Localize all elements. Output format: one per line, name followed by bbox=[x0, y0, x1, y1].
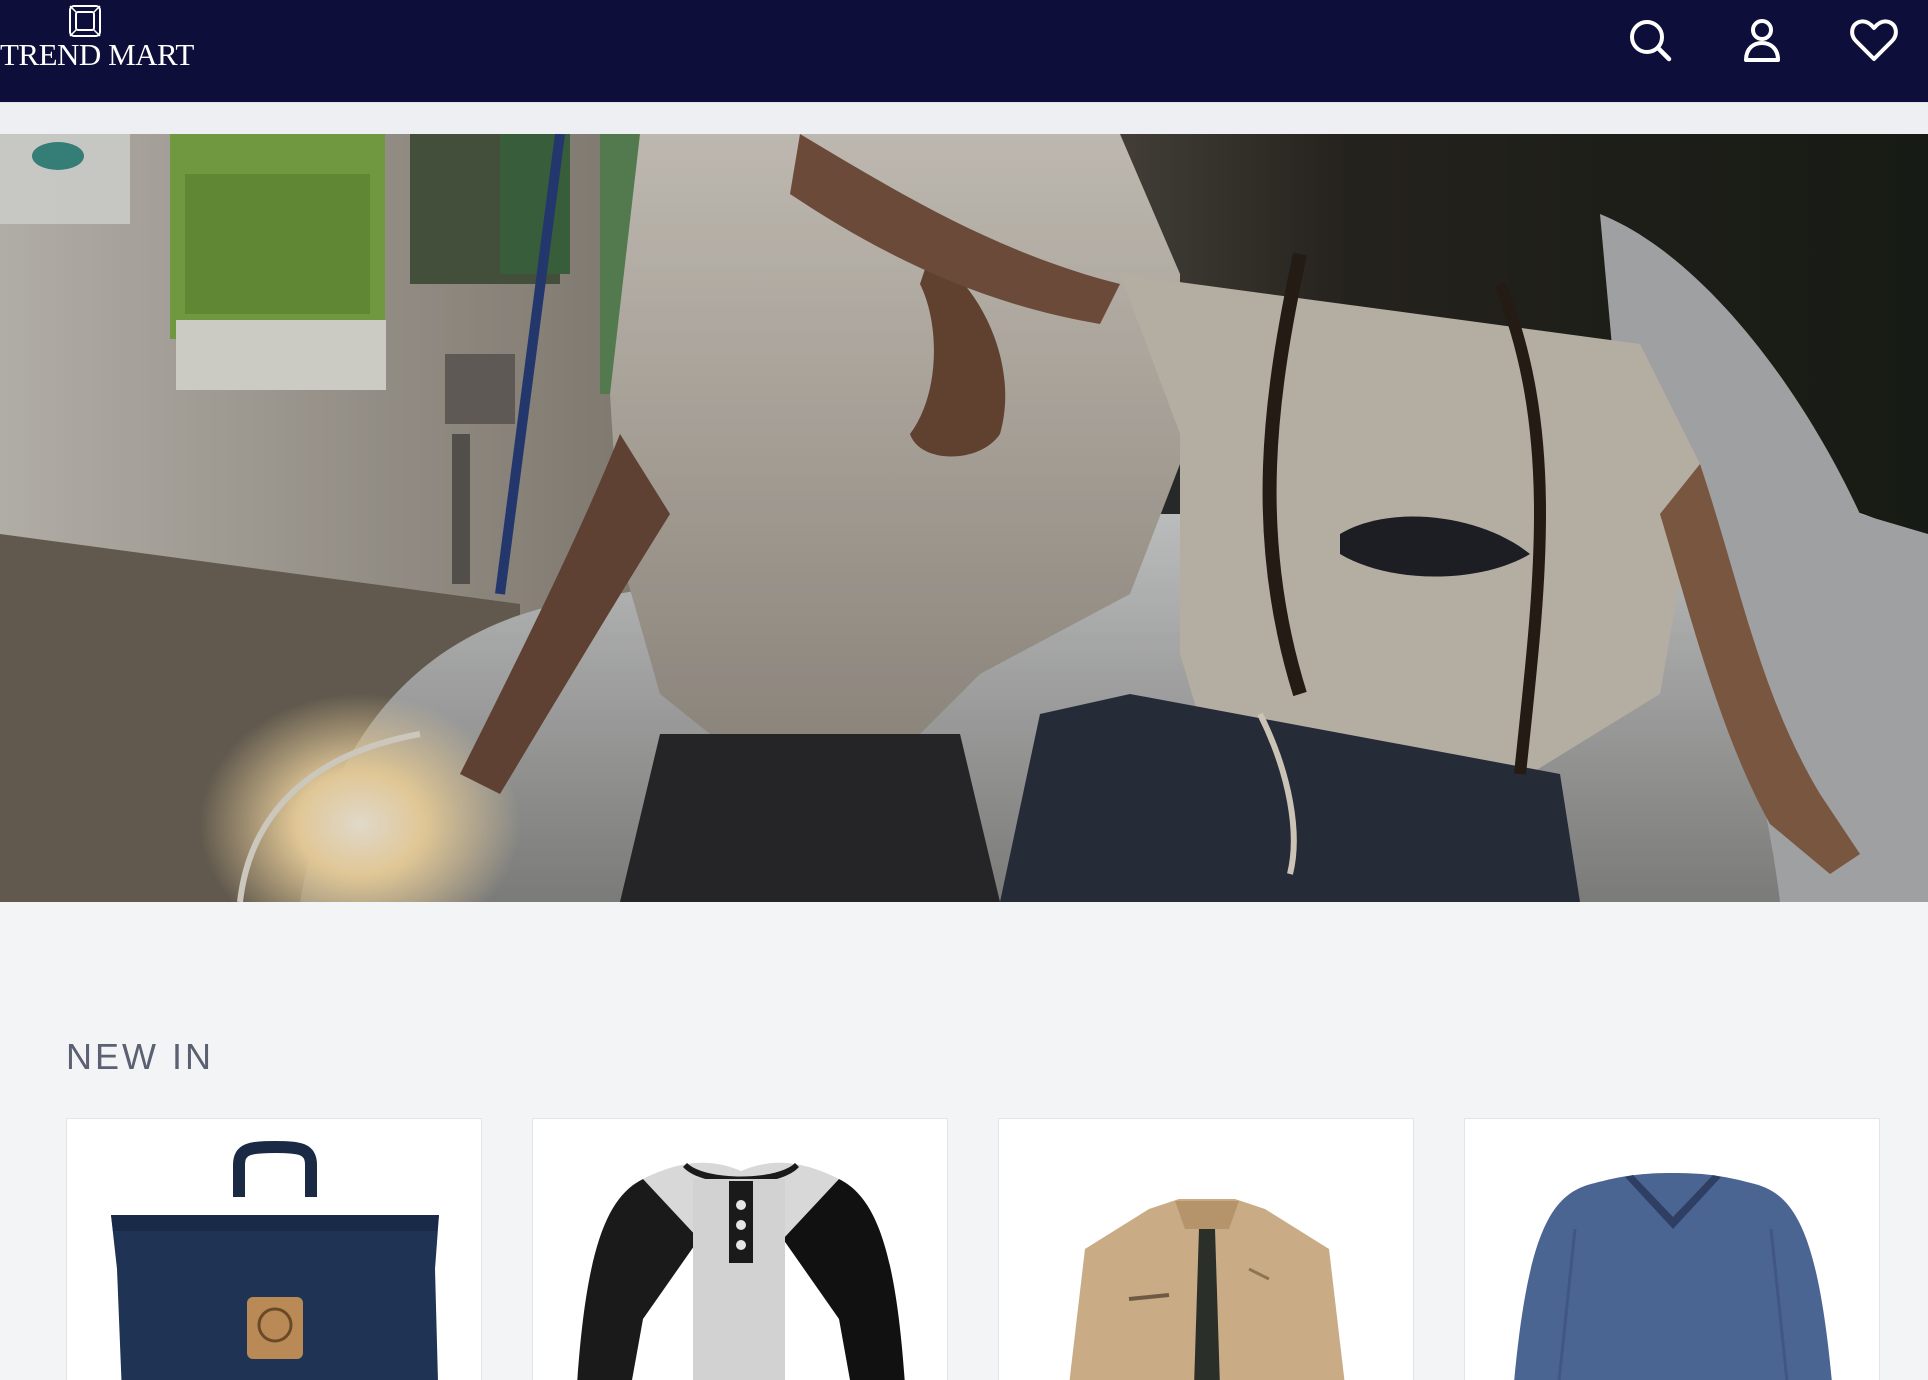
product-card[interactable] bbox=[66, 1118, 482, 1380]
site-header: TREND MART bbox=[0, 0, 1928, 102]
blue-vneck-sweater-image bbox=[1514, 1173, 1832, 1380]
search-icon bbox=[1630, 20, 1672, 62]
logo[interactable]: TREND MART bbox=[0, 4, 194, 76]
product-card[interactable] bbox=[998, 1118, 1414, 1380]
hero-banner[interactable] bbox=[0, 134, 1928, 902]
logo-text: TREND MART bbox=[0, 37, 194, 72]
page: TREND MART NEW IN bbox=[0, 0, 1928, 1380]
raglan-henley-shirt-image bbox=[577, 1162, 905, 1380]
header-subbar bbox=[0, 102, 1928, 135]
section-title-new-in: NEW IN bbox=[66, 1036, 214, 1077]
backpack-image bbox=[111, 1140, 439, 1380]
search-button[interactable] bbox=[1622, 12, 1678, 68]
logo-diamond-icon bbox=[69, 5, 101, 37]
khaki-jacket-image bbox=[1069, 1199, 1345, 1380]
account-button[interactable] bbox=[1734, 12, 1790, 68]
header-actions bbox=[1508, 12, 1928, 68]
product-grid bbox=[66, 1118, 1882, 1380]
wishlist-button[interactable] bbox=[1846, 12, 1902, 68]
product-card[interactable] bbox=[532, 1118, 948, 1380]
heart-icon bbox=[1850, 19, 1898, 61]
user-icon bbox=[1744, 19, 1780, 62]
hero-image bbox=[0, 134, 1928, 902]
product-card[interactable] bbox=[1464, 1118, 1880, 1380]
